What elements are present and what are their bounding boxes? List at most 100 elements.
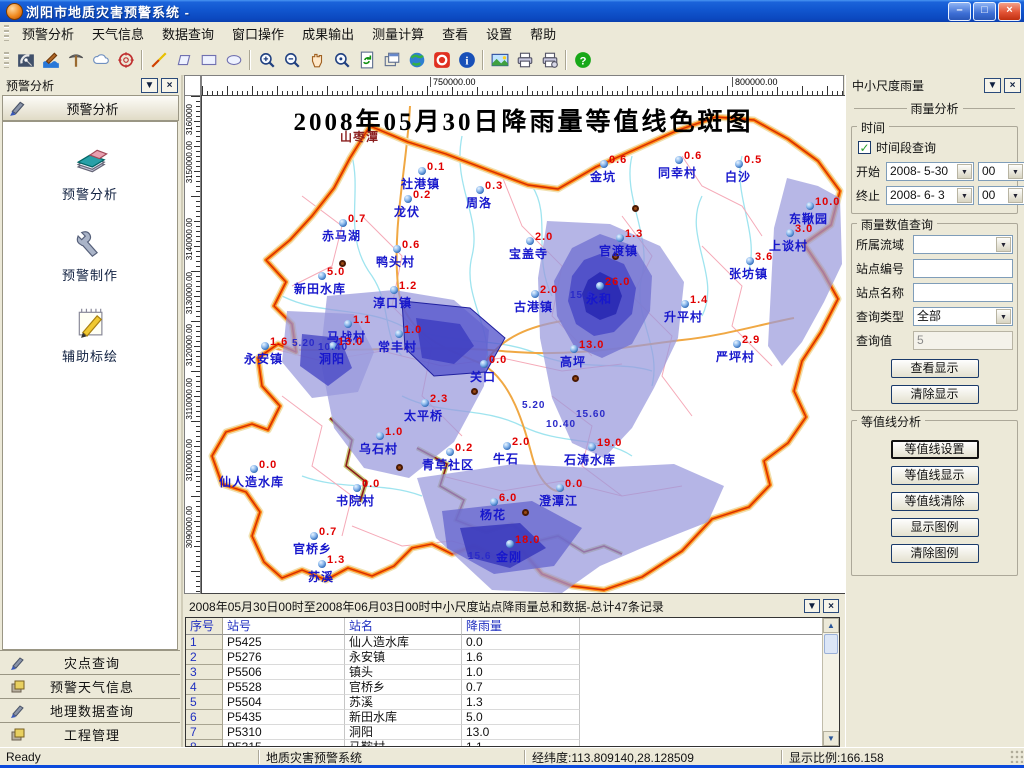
rectangle-button[interactable]: [196, 47, 221, 72]
maximize-button[interactable]: □: [973, 2, 996, 21]
start-date-combo[interactable]: 2008- 5-30▼: [886, 162, 974, 181]
station-dot-牛石[interactable]: [503, 442, 511, 450]
menu-item-数据查询[interactable]: 数据查询: [153, 21, 223, 46]
close-button[interactable]: ×: [998, 2, 1021, 21]
zoom-select-button[interactable]: [329, 47, 354, 72]
station-dot-永安镇[interactable]: [261, 342, 269, 350]
refresh-button[interactable]: [354, 47, 379, 72]
left-panel-item-预警制作[interactable]: 预警制作: [3, 223, 177, 284]
显示图例-button[interactable]: 显示图例: [891, 518, 979, 537]
table-row[interactable]: 6P5435新田水库5.0: [186, 710, 839, 725]
station-dot-官桥乡[interactable]: [310, 532, 318, 540]
站点名称-input[interactable]: [913, 283, 1013, 302]
chevron-down-icon[interactable]: ▼: [957, 188, 972, 203]
scroll-down-icon[interactable]: ▼: [823, 731, 839, 746]
right-panel-close-button[interactable]: ×: [1004, 78, 1021, 93]
pick-button[interactable]: [63, 47, 88, 72]
polygon-button[interactable]: [171, 47, 196, 72]
station-dot-古港镇[interactable]: [531, 290, 539, 298]
station-dot-张坊镇[interactable]: [746, 257, 754, 265]
sidebar-bar-灾点查询[interactable]: 灾点查询: [0, 650, 180, 674]
station-dot-官渡镇[interactable]: [616, 234, 624, 242]
help-button[interactable]: ?: [570, 47, 595, 72]
chevron-down-icon[interactable]: ▼: [996, 309, 1011, 324]
layers-button[interactable]: [379, 47, 404, 72]
start-hour-combo[interactable]: 00▼: [978, 162, 1024, 181]
menu-item-测量计算[interactable]: 测量计算: [363, 21, 433, 46]
station-dot-金刚[interactable]: [506, 540, 514, 548]
menu-item-帮助[interactable]: 帮助: [521, 21, 565, 46]
menu-item-成果输出[interactable]: 成果输出: [293, 21, 363, 46]
end-hour-combo[interactable]: 00▼: [978, 186, 1024, 205]
result-panel-pin-button[interactable]: ▼: [804, 599, 820, 613]
end-date-combo[interactable]: 2008- 6- 3▼: [886, 186, 974, 205]
查看显示-button[interactable]: 查看显示: [891, 359, 979, 378]
station-dot-升平村[interactable]: [681, 300, 689, 308]
station-dot-新田水库[interactable]: [318, 272, 326, 280]
column-header-降雨量[interactable]: 降雨量: [462, 618, 580, 635]
sidebar-bar-预警天气信息[interactable]: 预警天气信息: [0, 674, 180, 698]
station-dot-石涛水库[interactable]: [588, 443, 596, 451]
table-row[interactable]: 8P5315马鞍村1.1: [186, 740, 839, 747]
station-dot-赤马湖[interactable]: [339, 219, 347, 227]
ellipse-button[interactable]: [221, 47, 246, 72]
zoom-in-button[interactable]: [254, 47, 279, 72]
left-panel-close-button[interactable]: ×: [161, 78, 178, 93]
print-button[interactable]: [512, 47, 537, 72]
station-dot-太平桥[interactable]: [421, 399, 429, 407]
scroll-up-icon[interactable]: ▲: [823, 618, 839, 633]
station-dot-严坪村[interactable]: [733, 340, 741, 348]
scrollbar-thumb[interactable]: [824, 634, 838, 654]
table-row[interactable]: 5P5504苏溪1.3: [186, 695, 839, 710]
table-scrollbar[interactable]: ▲ ▼: [822, 618, 839, 746]
station-dot-宝盖寺[interactable]: [526, 237, 534, 245]
站点编号-input[interactable]: [913, 259, 1013, 278]
chevron-down-icon[interactable]: ▼: [996, 237, 1011, 252]
station-dot-周洛[interactable]: [476, 186, 484, 194]
left-panel-pin-button[interactable]: ▼: [141, 78, 158, 93]
station-dot-淳口镇[interactable]: [390, 286, 398, 294]
menu-item-天气信息[interactable]: 天气信息: [83, 21, 153, 46]
station-dot-永和[interactable]: [596, 282, 604, 290]
station-dot-关口[interactable]: [480, 360, 488, 368]
station-dot-书院村[interactable]: [353, 484, 361, 492]
minimize-button[interactable]: –: [948, 2, 971, 21]
station-dot-仙人造水库[interactable]: [250, 465, 258, 473]
table-row[interactable]: 2P5276永安镇1.6: [186, 650, 839, 665]
chevron-down-icon[interactable]: ▼: [1008, 188, 1023, 203]
station-dot-同幸村[interactable]: [675, 156, 683, 164]
清除图例-button[interactable]: 清除图例: [891, 544, 979, 563]
map-canvas[interactable]: 2008年05月30日降雨量等值线色斑图 0.1社港镇0.3周洛0.6金坑0.6…: [201, 95, 846, 594]
zoom-out-button[interactable]: [279, 47, 304, 72]
flood-button[interactable]: [38, 47, 63, 72]
left-panel-item-预警分析[interactable]: 预警分析: [3, 142, 177, 203]
target-button[interactable]: [113, 47, 138, 72]
station-dot-龙伏[interactable]: [404, 195, 412, 203]
menu-item-查看[interactable]: 查看: [433, 21, 477, 46]
station-dot-常丰村[interactable]: [395, 330, 403, 338]
station-dot-高坪[interactable]: [570, 345, 578, 353]
station-dot-青草社区[interactable]: [446, 448, 454, 456]
table-row[interactable]: 7P5310洞阳13.0: [186, 725, 839, 740]
station-dot-社港镇[interactable]: [418, 167, 426, 175]
sidebar-bar-地理数据查询[interactable]: 地理数据查询: [0, 698, 180, 722]
table-row[interactable]: 1P5425仙人造水库0.0: [186, 635, 839, 650]
查询类型-combo[interactable]: 全部▼: [913, 307, 1013, 326]
station-dot-鸭头村[interactable]: [393, 245, 401, 253]
radar-button[interactable]: [13, 47, 38, 72]
print-setup-button[interactable]: [537, 47, 562, 72]
info-button[interactable]: i: [454, 47, 479, 72]
station-dot-上谈村[interactable]: [786, 229, 794, 237]
left-panel-item-辅助标绘[interactable]: 辅助标绘: [3, 304, 177, 365]
column-header-站号[interactable]: 站号: [223, 618, 345, 635]
等值线清除-button[interactable]: 等值线清除: [891, 492, 979, 511]
chevron-down-icon[interactable]: ▼: [1008, 164, 1023, 179]
chevron-down-icon[interactable]: ▼: [957, 164, 972, 179]
line-button[interactable]: [146, 47, 171, 72]
result-panel-close-button[interactable]: ×: [823, 599, 839, 613]
menu-item-预警分析[interactable]: 预警分析: [13, 21, 83, 46]
image-button[interactable]: [487, 47, 512, 72]
resize-grip[interactable]: [1009, 749, 1023, 763]
globe-button[interactable]: [404, 47, 429, 72]
column-header-序号[interactable]: 序号: [186, 618, 223, 635]
